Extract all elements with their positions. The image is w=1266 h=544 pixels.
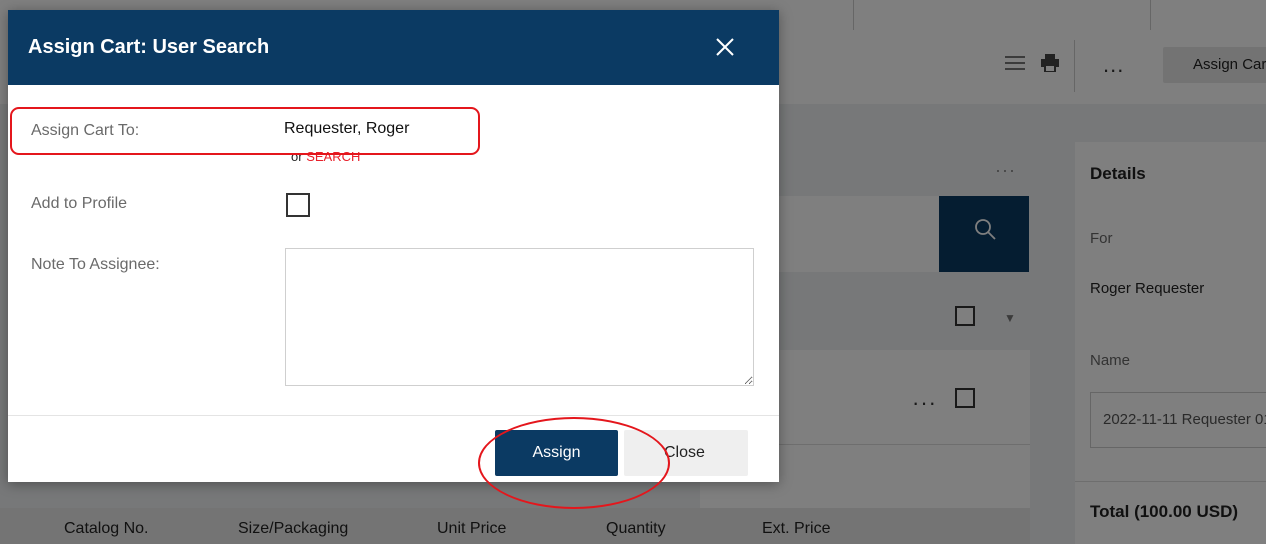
add-profile-label: Add to Profile <box>31 195 128 212</box>
or-search-row: or SEARCH <box>291 149 360 164</box>
assign-button[interactable]: Assign <box>495 430 618 476</box>
footer-divider <box>8 415 779 416</box>
add-to-profile-checkbox[interactable] <box>286 193 310 217</box>
dialog-header: Assign Cart: User Search <box>8 10 779 85</box>
close-icon[interactable] <box>714 36 736 58</box>
assignee-value: Requester, Roger <box>284 120 410 137</box>
note-to-assignee-field[interactable] <box>285 248 754 386</box>
or-text: or <box>291 149 303 164</box>
close-button[interactable]: Close <box>624 430 748 476</box>
assign-to-label: Assign Cart To: <box>31 122 140 139</box>
note-label: Note To Assignee: <box>31 256 160 273</box>
dialog-title: Assign Cart: User Search <box>28 36 270 58</box>
search-link[interactable]: SEARCH <box>306 149 360 164</box>
assign-cart-dialog: Assign Cart: User Search Assign Cart To:… <box>8 10 779 482</box>
